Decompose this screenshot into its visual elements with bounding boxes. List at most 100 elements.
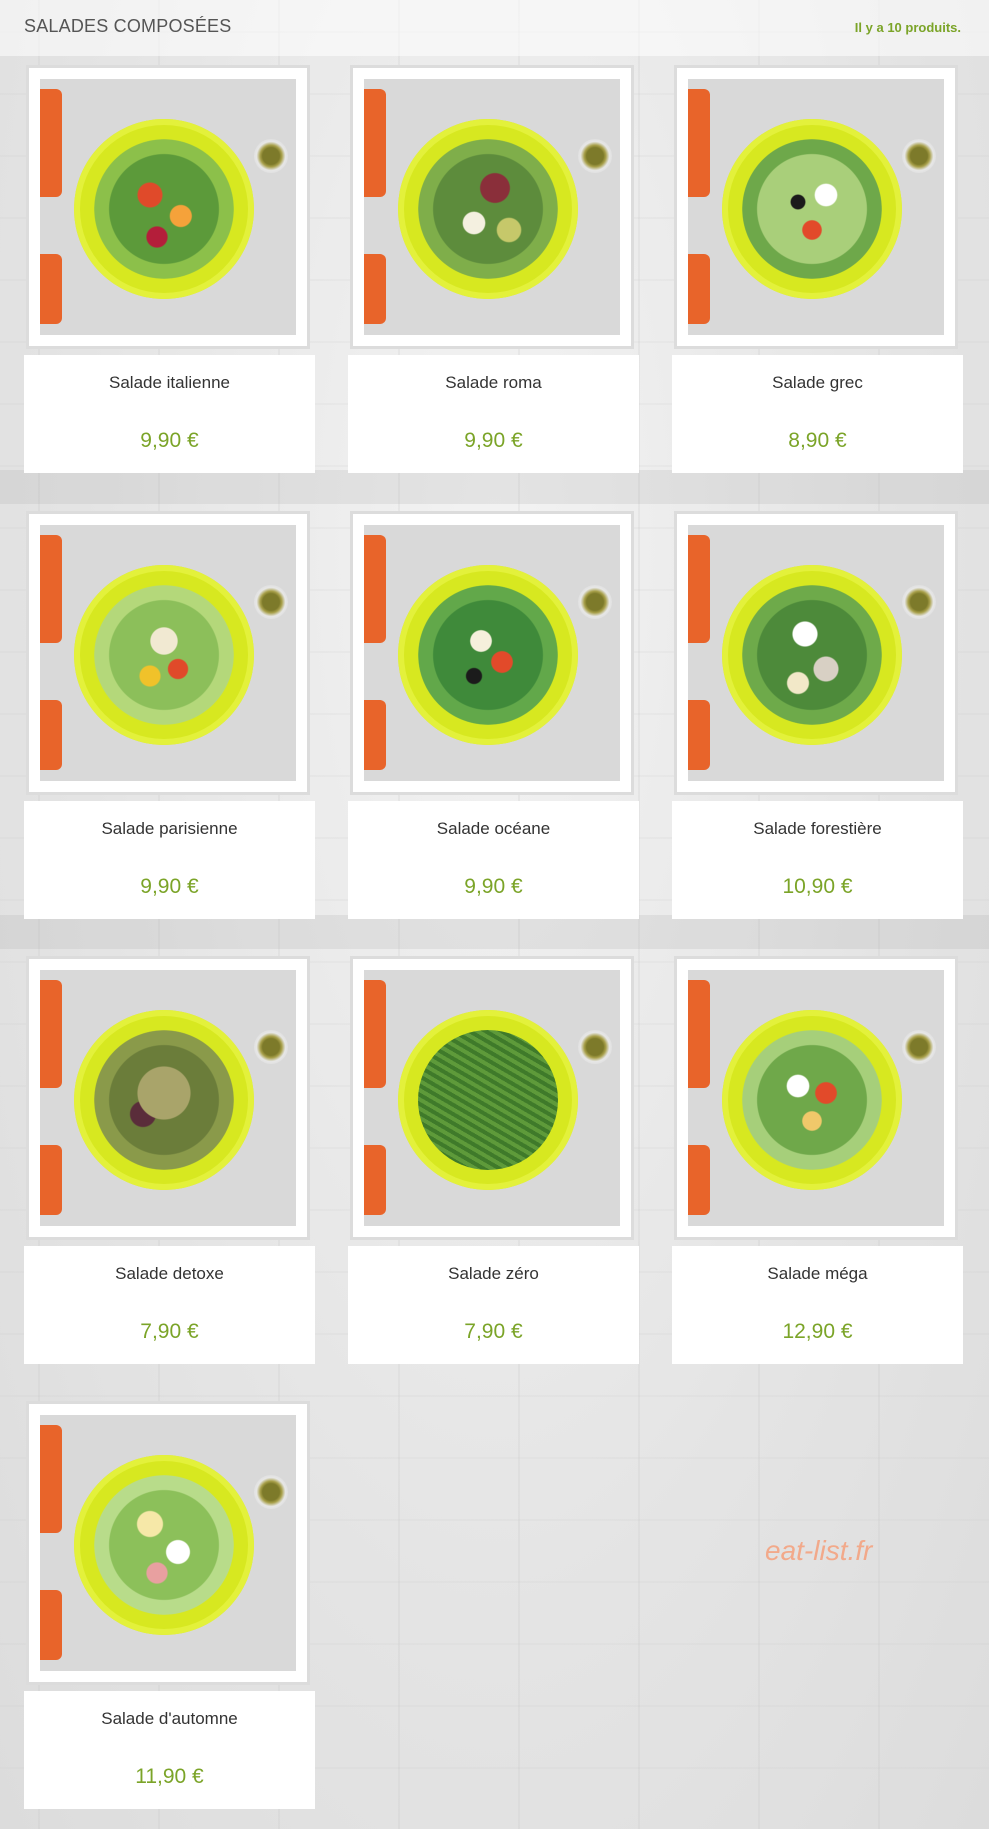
product-info: Salade zéro 7,90 € (348, 1246, 639, 1364)
salad-photo (40, 525, 296, 781)
product-card[interactable]: Salade detoxe 7,90 € (24, 956, 315, 1364)
salad-plate (722, 119, 902, 299)
product-name[interactable]: Salade roma (348, 373, 639, 393)
napkin (40, 254, 62, 324)
napkin (688, 254, 710, 324)
salad-plate (722, 1010, 902, 1190)
product-card[interactable]: Salade méga 12,90 € (672, 956, 963, 1364)
salad-photo (688, 970, 944, 1226)
dressing-cup (254, 139, 288, 173)
napkin (688, 700, 710, 770)
napkin (40, 1425, 62, 1533)
napkin (364, 1145, 386, 1215)
product-info: Salade italienne 9,90 € (24, 355, 315, 473)
product-image[interactable] (26, 65, 310, 349)
product-image[interactable] (350, 511, 634, 795)
product-price: 9,90 € (464, 429, 523, 452)
napkin (364, 254, 386, 324)
product-price: 7,90 € (140, 1320, 199, 1343)
product-price: 10,90 € (782, 875, 853, 898)
product-name[interactable]: Salade grec (672, 373, 963, 393)
product-price: 11,90 € (135, 1765, 204, 1788)
salad-photo (40, 1415, 296, 1671)
product-card[interactable]: Salade italienne 9,90 € (24, 65, 315, 473)
product-name[interactable]: Salade detoxe (24, 1264, 315, 1284)
product-name[interactable]: Salade méga (672, 1264, 963, 1284)
product-info: Salade parisienne 9,90 € (24, 801, 315, 919)
product-card[interactable]: Salade parisienne 9,90 € (24, 511, 315, 919)
product-info: Salade roma 9,90 € (348, 355, 639, 473)
product-price: 12,90 € (782, 1320, 853, 1343)
dressing-cup (254, 585, 288, 619)
page-title: SALADES COMPOSÉES (24, 16, 232, 36)
napkin (40, 535, 62, 643)
product-info: Salade méga 12,90 € (672, 1246, 963, 1364)
napkin (688, 535, 710, 643)
product-price: 9,90 € (140, 429, 199, 452)
product-card[interactable]: Salade forestière 10,90 € (672, 511, 963, 919)
product-price: 8,90 € (788, 429, 847, 452)
dressing-cup (902, 585, 936, 619)
product-info: Salade detoxe 7,90 € (24, 1246, 315, 1364)
product-price: 9,90 € (464, 875, 523, 898)
product-name[interactable]: Salade zéro (348, 1264, 639, 1284)
category-header: SALADES COMPOSÉES Il y a 10 produits. (0, 0, 989, 56)
dressing-cup (578, 585, 612, 619)
product-image[interactable] (26, 956, 310, 1240)
dressing-cup (254, 1030, 288, 1064)
dressing-cup (578, 139, 612, 173)
product-count: Il y a 10 produits. (854, 20, 961, 35)
dressing-cup (902, 139, 936, 173)
napkin (40, 89, 62, 197)
salad-photo (40, 970, 296, 1226)
product-image[interactable] (674, 511, 958, 795)
salad-plate (722, 565, 902, 745)
salad-photo (364, 525, 620, 781)
salad-photo (364, 970, 620, 1226)
salad-photo (364, 79, 620, 335)
napkin (364, 980, 386, 1088)
product-image[interactable] (674, 956, 958, 1240)
product-card[interactable]: Salade d'automne 11,90 € (24, 1401, 315, 1809)
product-info: Salade forestière 10,90 € (672, 801, 963, 919)
salad-plate (74, 1455, 254, 1635)
product-info: Salade grec 8,90 € (672, 355, 963, 473)
salad-photo (688, 525, 944, 781)
product-card[interactable]: Salade roma 9,90 € (348, 65, 639, 473)
napkin (364, 700, 386, 770)
product-image[interactable] (350, 956, 634, 1240)
product-price: 7,90 € (464, 1320, 523, 1343)
watermark: eat-list.fr (765, 1535, 873, 1566)
background-band (0, 470, 989, 504)
salad-photo (688, 79, 944, 335)
product-card[interactable]: Salade zéro 7,90 € (348, 956, 639, 1364)
product-name[interactable]: Salade forestière (672, 819, 963, 839)
product-price: 9,90 € (140, 875, 199, 898)
product-name[interactable]: Salade italienne (24, 373, 315, 393)
salad-plate (398, 565, 578, 745)
product-image[interactable] (26, 1401, 310, 1685)
dressing-cup (902, 1030, 936, 1064)
salad-plate (398, 119, 578, 299)
salad-photo (40, 79, 296, 335)
product-info: Salade d'automne 11,90 € (24, 1691, 315, 1809)
product-image[interactable] (350, 65, 634, 349)
product-card[interactable]: Salade océane 9,90 € (348, 511, 639, 919)
napkin (40, 1145, 62, 1215)
napkin (688, 89, 710, 197)
product-image[interactable] (674, 65, 958, 349)
napkin (40, 1590, 62, 1660)
napkin (688, 1145, 710, 1215)
product-info: Salade océane 9,90 € (348, 801, 639, 919)
product-card[interactable]: Salade grec 8,90 € (672, 65, 963, 473)
product-name[interactable]: Salade d'automne (24, 1709, 315, 1729)
background-band (0, 915, 989, 949)
product-name[interactable]: Salade océane (348, 819, 639, 839)
product-name[interactable]: Salade parisienne (24, 819, 315, 839)
napkin (40, 700, 62, 770)
salad-plate (74, 565, 254, 745)
dressing-cup (578, 1030, 612, 1064)
salad-plate (74, 1010, 254, 1190)
salad-plate (74, 119, 254, 299)
product-image[interactable] (26, 511, 310, 795)
